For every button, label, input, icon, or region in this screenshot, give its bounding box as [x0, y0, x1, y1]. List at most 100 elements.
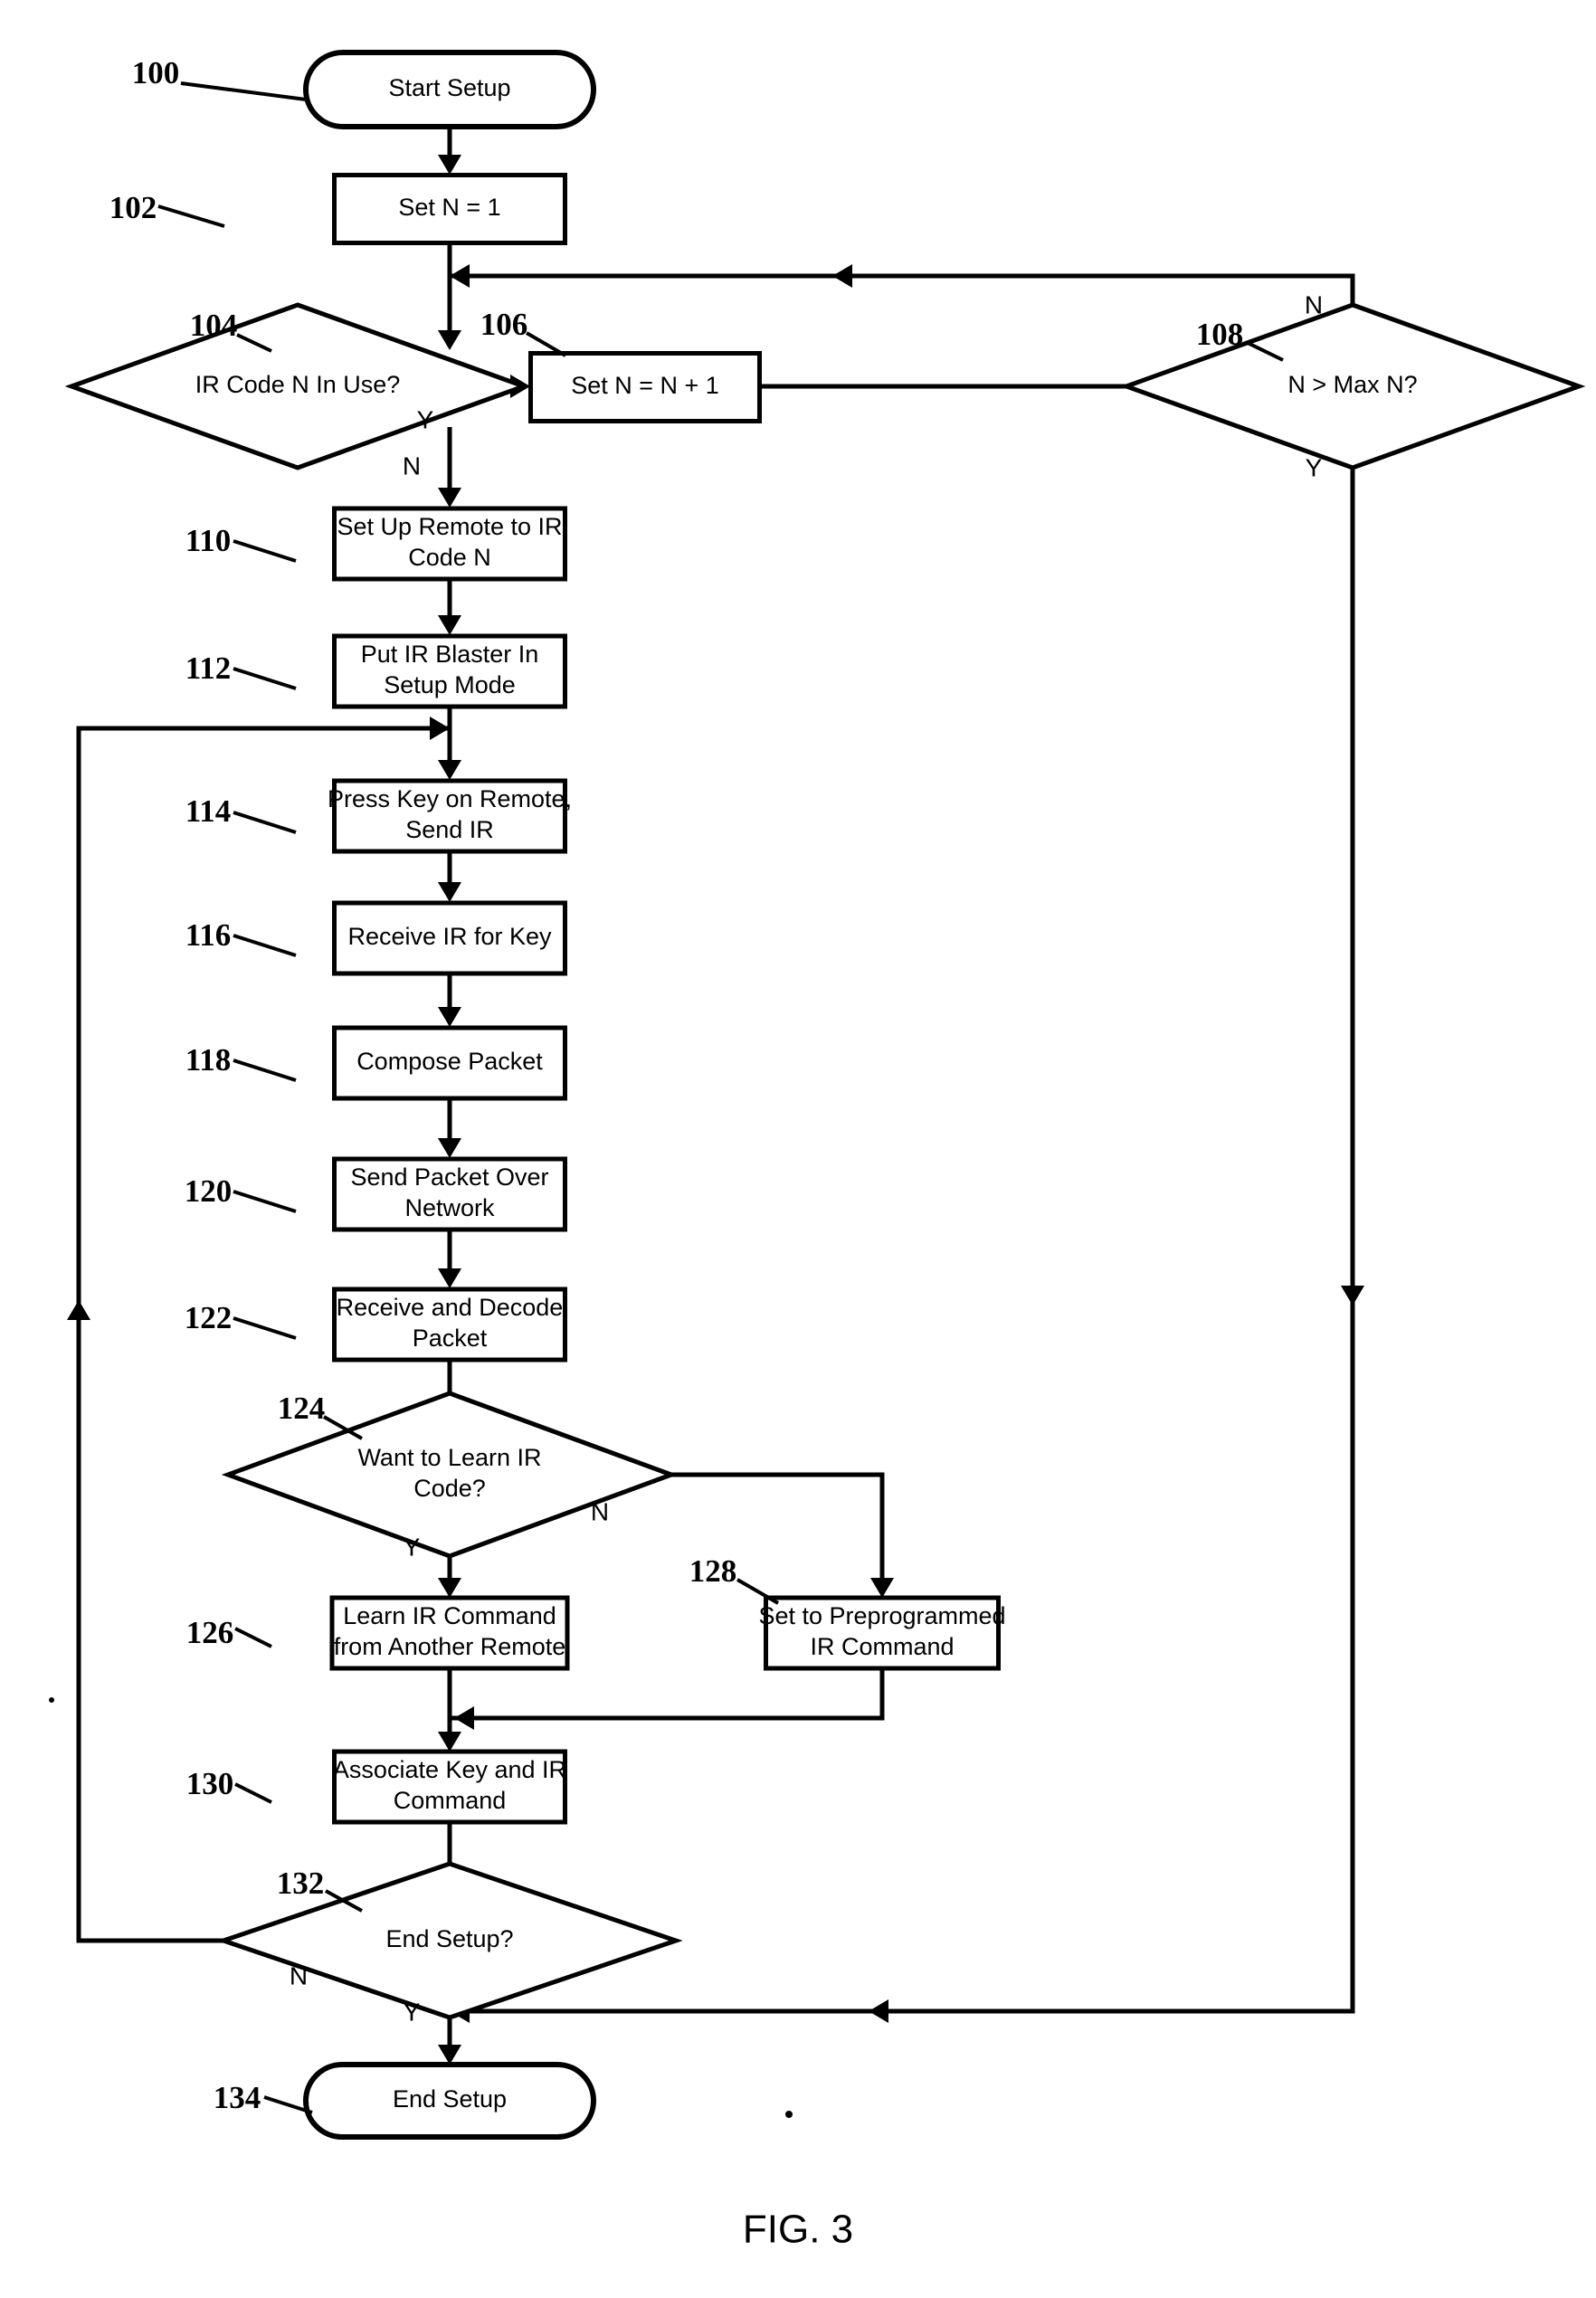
- reference-leader-line: [180, 81, 307, 101]
- branch-label-bl-108-n: N: [1305, 290, 1323, 318]
- flow-node-122[interactable]: Receive and Decode Packet 122: [185, 1287, 567, 1363]
- node-label-line: IR Code N In Use?: [195, 371, 401, 398]
- reference-leader-line: [233, 667, 297, 690]
- arrowhead-end: [438, 615, 461, 635]
- branch-label-bl-108-y: Y: [1306, 453, 1323, 481]
- reference-numeral: 108: [1196, 317, 1244, 352]
- node-label-line: Code?: [413, 1475, 486, 1502]
- reference-numeral: 124: [278, 1391, 326, 1426]
- reference-numeral: 104: [190, 308, 238, 343]
- connector-c-104-110-no: [438, 427, 461, 508]
- flow-node-106[interactable]: Set N = N + 1 106: [480, 307, 762, 423]
- branch-label-bl-104-n: N: [403, 451, 421, 480]
- node-label-line: Want to Learn IR: [357, 1444, 541, 1471]
- connector-line: [450, 427, 1355, 2014]
- reference-numeral: 134: [214, 2080, 261, 2115]
- node-label-line: Learn IR Command: [343, 1602, 556, 1629]
- arrowhead-end: [438, 882, 461, 902]
- flow-node-100[interactable]: Start Setup 100: [132, 50, 596, 129]
- branch-label-bl-104-y: Y: [417, 405, 434, 433]
- flow-node-110[interactable]: Set Up Remote to IR Code N 110: [185, 506, 567, 582]
- reference-leader-line: [157, 204, 225, 228]
- connector-c-116-118: [438, 973, 461, 1027]
- branch-label-bl-132-y: Y: [404, 1998, 421, 2026]
- flow-node-124[interactable]: Want to Learn IR Code? 124: [221, 1391, 679, 1559]
- reference-numeral: 132: [277, 1866, 325, 1901]
- flow-node-102[interactable]: Set N = 1 102: [109, 173, 567, 245]
- figure-caption: FIG. 3: [743, 2208, 853, 2252]
- flow-node-114[interactable]: Press Key on Remote, Send IR 114: [185, 778, 572, 854]
- node-label-line: Set Up Remote to IR: [337, 513, 562, 540]
- branch-label-bl-132-n: N: [290, 1961, 308, 1989]
- branch-label-bl-124-n: N: [591, 1497, 609, 1525]
- connector-c-108-yes-down: [450, 427, 1364, 2023]
- reference-numeral: 122: [185, 1300, 233, 1335]
- node-label-line: Send IR: [405, 816, 494, 843]
- arrowhead-end: [438, 488, 461, 508]
- flow-node-112[interactable]: Put IR Blaster In Setup Mode 112: [185, 633, 567, 709]
- flowchart-canvas: Start Setup 100 Set N = 1 102 IR Code N In U…: [49, 50, 1586, 2252]
- reference-numeral: 106: [480, 307, 528, 342]
- arrowhead-mid-up: [67, 1300, 90, 1320]
- node-label-line: IR Command: [810, 1633, 954, 1660]
- flow-node-130[interactable]: Associate Key and IR Command 130: [186, 1749, 567, 1825]
- flow-node-108[interactable]: N > Max N? 108: [1119, 302, 1586, 470]
- reference-leader-line: [234, 1627, 272, 1648]
- connector-c-120-122: [438, 1230, 461, 1288]
- reference-numeral: 114: [185, 793, 232, 829]
- node-label-line: Compose Packet: [356, 1048, 543, 1075]
- reference-numeral: 110: [185, 523, 232, 558]
- connector-c-102-104: [438, 243, 461, 350]
- node-label-line: Set N = 1: [398, 194, 500, 221]
- arrowhead-end: [438, 760, 461, 780]
- arrowhead-end: [438, 155, 461, 175]
- reference-leader-line: [233, 811, 297, 834]
- node-label-line: Set N = N + 1: [571, 372, 719, 399]
- speck-artifact-left: [49, 1697, 54, 1703]
- flow-node-132[interactable]: End Setup? 132: [216, 1861, 683, 2020]
- arrowhead-end: [870, 1578, 894, 1598]
- reference-numeral: 126: [186, 1615, 234, 1650]
- reference-leader-line: [234, 1782, 272, 1804]
- arrowhead-end: [438, 330, 461, 350]
- reference-numeral: 130: [186, 1766, 234, 1801]
- flow-node-120[interactable]: Send Packet Over Network 120: [185, 1156, 567, 1232]
- reference-numeral: 100: [132, 55, 180, 90]
- flow-node-118[interactable]: Compose Packet 118: [185, 1025, 567, 1101]
- connector-c-100-102: [438, 127, 461, 175]
- reference-leader-line: [233, 539, 297, 563]
- node-label-line: Packet: [413, 1325, 488, 1352]
- node-label-line: Press Key on Remote,: [328, 785, 572, 812]
- node-label-line: End Setup?: [385, 1925, 513, 1952]
- flow-node-104[interactable]: IR Code N In Use? 104: [64, 302, 531, 470]
- node-label-line: Setup Mode: [384, 671, 516, 698]
- arrowhead-end: [438, 1138, 461, 1158]
- flow-node-116[interactable]: Receive IR for Key 116: [185, 900, 567, 976]
- connector-c-112-114: [438, 707, 461, 780]
- flow-node-126[interactable]: Learn IR Command from Another Remote 126: [186, 1595, 570, 1671]
- node-label-line: Set to Preprogrammed: [758, 1602, 1005, 1629]
- node-label-line: Code N: [408, 544, 491, 571]
- connector-c-128-merge: [450, 1668, 885, 1730]
- branch-label-bl-124-y: Y: [404, 1533, 421, 1561]
- flow-node-128[interactable]: Set to Preprogrammed IR Command 128: [689, 1553, 1006, 1671]
- reference-numeral: 128: [689, 1553, 737, 1589]
- connector-c-118-120: [438, 1098, 461, 1158]
- arrowhead-end: [450, 264, 470, 288]
- arrowhead-end: [438, 1007, 461, 1027]
- node-label-line: Put IR Blaster In: [361, 641, 539, 668]
- node-label-line: Network: [404, 1194, 495, 1221]
- node-label-line: Send Packet Over: [350, 1163, 548, 1191]
- reference-numeral: 116: [185, 917, 232, 953]
- arrowhead-end: [454, 1706, 474, 1730]
- flow-node-134[interactable]: End Setup 134: [214, 2062, 596, 2140]
- node-label-line: Command: [394, 1787, 507, 1814]
- arrowhead-end: [438, 1732, 461, 1752]
- speck-artifact-right: [785, 2111, 793, 2118]
- connector-c-110-112: [438, 579, 461, 635]
- arrowhead-mid-down: [1341, 1286, 1364, 1306]
- node-label-line: Receive and Decode: [337, 1294, 564, 1321]
- reference-leader-line: [233, 1316, 297, 1340]
- node-label-line: End Setup: [393, 2085, 507, 2113]
- arrowhead-mid: [832, 264, 852, 288]
